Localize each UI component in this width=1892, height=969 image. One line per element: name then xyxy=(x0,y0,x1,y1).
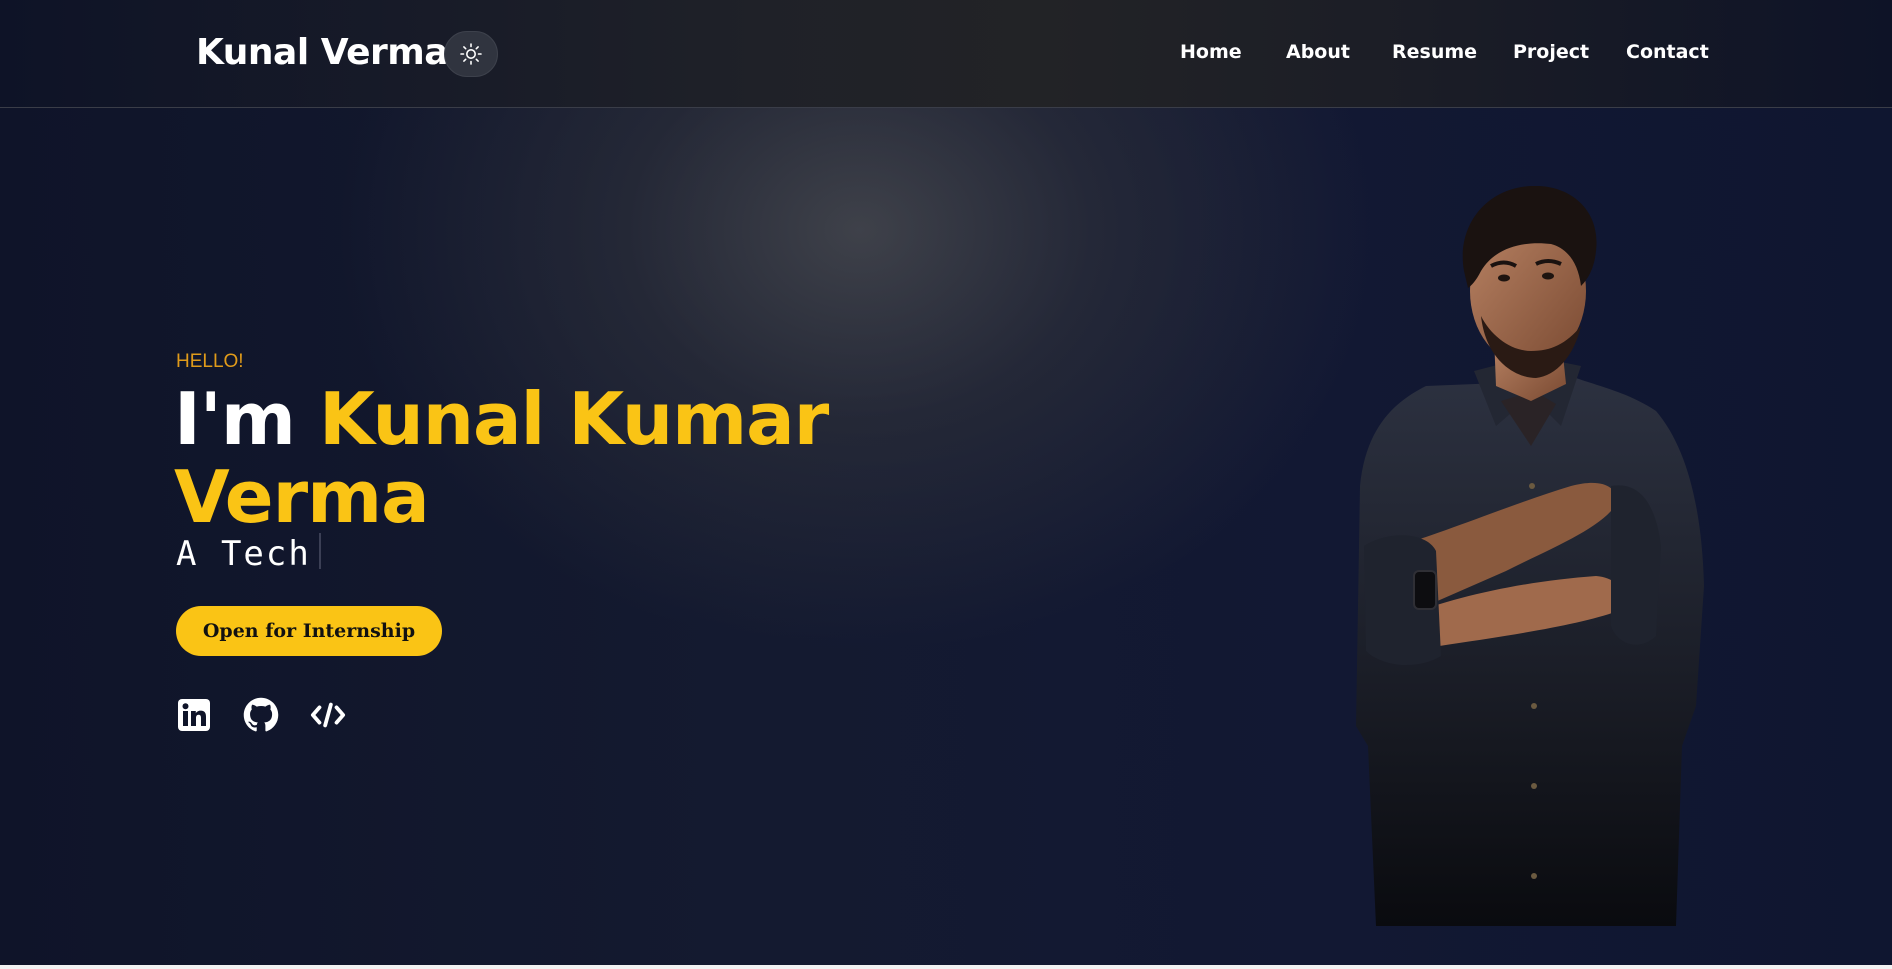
hero-name-line2: Verma xyxy=(174,455,430,539)
typing-caret xyxy=(318,533,321,569)
linkedin-link[interactable] xyxy=(176,697,212,733)
hero-greeting: HELLO! xyxy=(176,351,244,372)
code-icon xyxy=(310,702,346,728)
profile-photo xyxy=(1356,186,1704,926)
linkedin-icon xyxy=(178,699,210,731)
hero-tagline: A Tech xyxy=(176,533,321,574)
code-profile-link[interactable] xyxy=(310,697,346,733)
hero-tagline-text: A Tech xyxy=(176,534,311,574)
page-bottom-border xyxy=(0,965,1892,969)
nav-link-home[interactable]: Home xyxy=(1180,41,1242,63)
github-link[interactable] xyxy=(243,697,279,733)
main-nav: Home About Resume Project Contact xyxy=(0,41,1892,71)
hero-name-line1: Kunal Kumar xyxy=(318,377,829,461)
nav-link-contact[interactable]: Contact xyxy=(1626,41,1709,63)
hero-headline: I'm Kunal Kumar Verma xyxy=(174,380,1074,536)
hero-intro: I'm xyxy=(174,377,296,461)
github-icon xyxy=(243,697,279,732)
nav-link-about[interactable]: About xyxy=(1286,41,1350,63)
open-for-internship-button[interactable]: Open for Internship xyxy=(176,606,442,656)
nav-link-project[interactable]: Project xyxy=(1513,41,1589,63)
nav-link-resume[interactable]: Resume xyxy=(1392,41,1477,63)
site-header: Kunal Verma Home About Resume Project Co… xyxy=(0,0,1892,108)
